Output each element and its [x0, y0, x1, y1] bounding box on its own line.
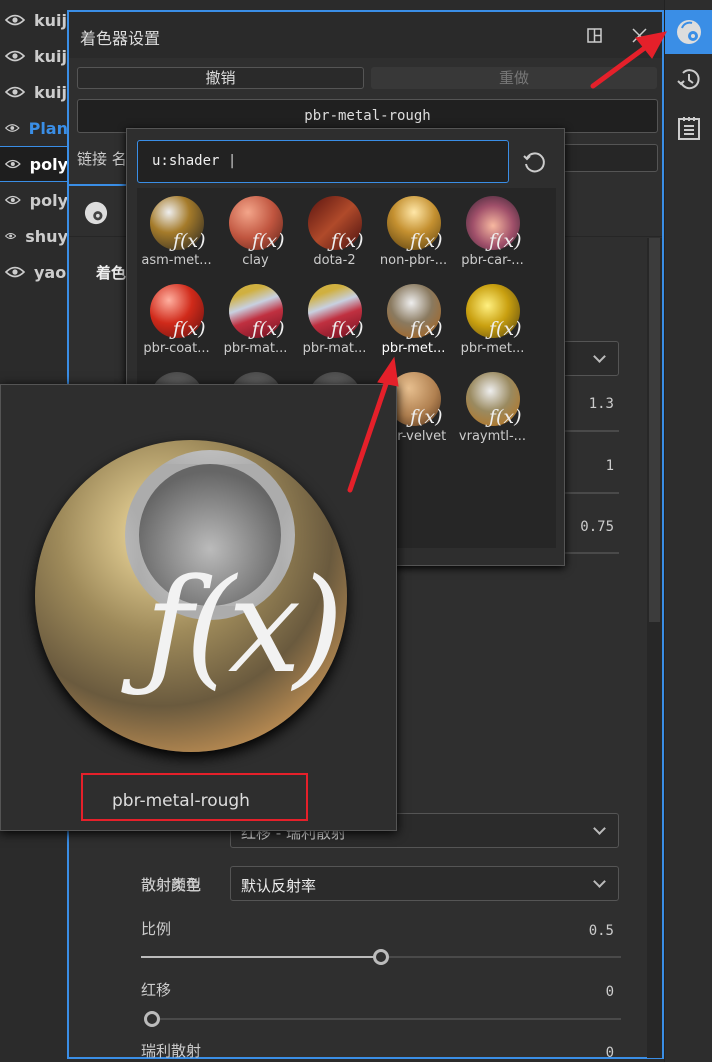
- arrow-head-item: [377, 356, 399, 387]
- arrow-to-item: [347, 375, 391, 493]
- arrow-to-sidebar: [590, 41, 653, 89]
- annotation-arrows: [347, 31, 667, 493]
